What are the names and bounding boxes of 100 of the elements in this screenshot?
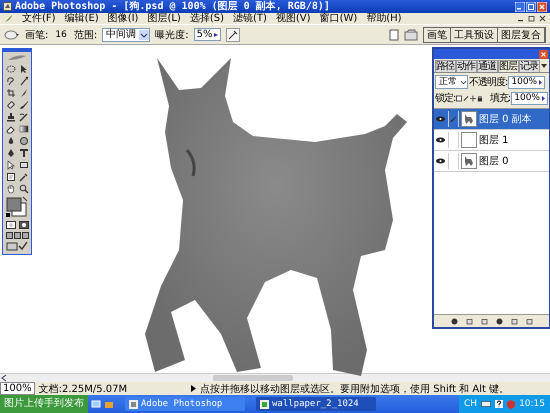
menu-item[interactable]: 选择(S) — [190, 13, 224, 24]
jump-to-imageready-icon[interactable] — [6, 241, 28, 251]
layer-name: 图层 1 — [479, 134, 509, 147]
taskbar-button[interactable]: Adobe Photoshop — [125, 397, 245, 411]
layer-thumbnail — [461, 153, 477, 169]
arrow-tool-icon[interactable] — [6, 160, 16, 170]
layer-row[interactable]: 图层 0 — [434, 151, 549, 172]
help-icon[interactable] — [495, 400, 504, 408]
layer-thumbnail — [461, 111, 477, 127]
healing-brush-tool-icon[interactable] — [6, 100, 16, 110]
maximize-icon[interactable] — [526, 2, 536, 12]
panel-tab[interactable]: 路径 — [435, 60, 456, 72]
exposure-value: 5% — [196, 28, 212, 40]
exposure-field[interactable]: 5% — [194, 28, 222, 41]
stepper-arrow-icon — [213, 30, 220, 38]
close-icon[interactable] — [539, 15, 546, 22]
layer-row[interactable]: 图层 0 副本 — [434, 109, 549, 130]
menu-item[interactable]: 图层(L) — [147, 13, 181, 24]
restore-icon[interactable] — [528, 15, 535, 22]
lock-transparency-icon[interactable] — [456, 94, 462, 102]
feather-logo-icon — [6, 54, 28, 62]
panel-tab[interactable]: 图层 — [498, 60, 519, 72]
scroll-left-icon — [0, 374, 8, 382]
play-arrow-icon — [191, 385, 196, 392]
airbrush-icon[interactable] — [226, 28, 240, 42]
app-icon — [129, 400, 138, 408]
palette-tab[interactable]: 图层复合 — [498, 28, 545, 42]
slice-tool-icon[interactable] — [18, 88, 28, 98]
type-tool-icon[interactable] — [18, 148, 28, 158]
lasso-tool-icon[interactable] — [6, 76, 16, 86]
blend-mode-dropdown[interactable]: 正常 — [435, 75, 468, 89]
menu-item[interactable]: 滤镜(T) — [232, 13, 267, 24]
lock-position-icon[interactable] — [470, 94, 476, 102]
brush-tool-icon[interactable] — [18, 100, 28, 110]
taskbar-button[interactable]: wallpaper_2_1024 — [256, 397, 376, 411]
opacity-value: 100% — [511, 76, 538, 88]
palette-tab[interactable]: 画笔 — [424, 28, 451, 42]
mask-icon[interactable] — [466, 318, 472, 324]
adjustment-layer-icon[interactable] — [496, 318, 502, 324]
horizontal-scrollbar[interactable] — [0, 373, 550, 382]
screen-mode-icon[interactable] — [6, 232, 12, 239]
crop-tool-icon[interactable] — [6, 88, 16, 98]
document-icon[interactable] — [389, 28, 399, 40]
new-layer-icon[interactable] — [510, 318, 518, 324]
marquee-tool-icon[interactable] — [6, 64, 16, 74]
pen-tool-icon[interactable] — [6, 148, 16, 158]
drop-tool-icon[interactable] — [6, 136, 16, 146]
panel-tab[interactable]: 记录 — [519, 60, 540, 72]
menu-item[interactable]: 图像(I) — [108, 13, 138, 24]
hand-tool-icon[interactable] — [6, 184, 16, 194]
menu-item[interactable]: 帮助(H) — [366, 13, 402, 24]
document-size: 文档:2.25M/5.07M — [38, 382, 128, 396]
panel-menu-icon[interactable] — [540, 62, 548, 70]
minimize-icon[interactable] — [515, 2, 525, 12]
zoom-field[interactable]: 100% — [0, 382, 35, 395]
layer-style-icon[interactable] — [450, 318, 458, 324]
panel-tab[interactable]: 通道 — [477, 60, 498, 72]
menu-item[interactable]: 视图(V) — [276, 13, 311, 24]
menu-item[interactable]: 文件(F) — [22, 13, 56, 24]
zoom-tool-icon[interactable] — [18, 184, 28, 194]
file-browser-icon[interactable] — [404, 28, 418, 40]
move-tool-icon[interactable] — [18, 64, 28, 74]
full-screen-mode-icon[interactable] — [22, 232, 28, 239]
magic-wand-tool-icon[interactable] — [18, 76, 28, 86]
lock-pixels-icon[interactable] — [463, 94, 470, 102]
color-swatches-icon[interactable] — [5, 196, 29, 218]
menu-item[interactable]: 编辑(E) — [64, 13, 99, 24]
stepper-arrow-icon — [538, 78, 544, 86]
layer-row[interactable]: 图层 1 — [434, 130, 549, 151]
gradient-tool-icon[interactable] — [18, 124, 28, 134]
rectangle-tool-icon[interactable] — [18, 160, 28, 170]
app-icon — [260, 400, 269, 408]
keyboard-icon[interactable] — [481, 400, 492, 408]
opacity-field[interactable]: 100% — [508, 76, 546, 88]
fill-label: 填充: — [490, 92, 510, 105]
full-screen-menu-mode-icon[interactable] — [14, 232, 20, 239]
layer-thumbnail — [461, 132, 477, 148]
clock: 10:15 — [519, 399, 545, 409]
panel-tab[interactable]: 动作 — [456, 60, 477, 72]
dodge-tool-icon[interactable] — [4, 28, 20, 40]
dodge-tool-icon[interactable] — [18, 136, 28, 146]
notes-tool-icon[interactable] — [6, 172, 16, 182]
lock-all-icon[interactable] — [477, 94, 483, 102]
standard-mode-icon[interactable] — [6, 220, 16, 230]
range-dropdown[interactable]: 中间调 — [102, 28, 150, 42]
status-hint: 点按并拖移以移动图层或选区。要用附加选项，使用 Shift 和 Alt 键。 — [200, 382, 510, 396]
quick-mask-icon[interactable] — [18, 220, 28, 230]
desktop-icon[interactable] — [91, 399, 101, 409]
stepper-arrow-icon — [540, 94, 546, 102]
eyedropper-tool-icon[interactable] — [18, 172, 28, 182]
window-title: Adobe Photoshop - [狗.psd @ 100% (图层 0 副本, RGB/8)] — [15, 0, 330, 12]
stamp-tool-icon[interactable] — [6, 112, 16, 122]
menu-item[interactable]: 窗口(W) — [320, 13, 358, 24]
eraser-tool-icon[interactable] — [6, 124, 16, 134]
history-brush-tool-icon[interactable] — [18, 112, 28, 122]
fill-field[interactable]: 100% — [511, 92, 548, 104]
close-icon[interactable] — [539, 50, 548, 58]
palette-tab[interactable]: 工具预设 — [451, 28, 498, 42]
start-button[interactable]: 图片上传手到发布 — [0, 395, 88, 413]
app-icon — [3, 2, 12, 11]
